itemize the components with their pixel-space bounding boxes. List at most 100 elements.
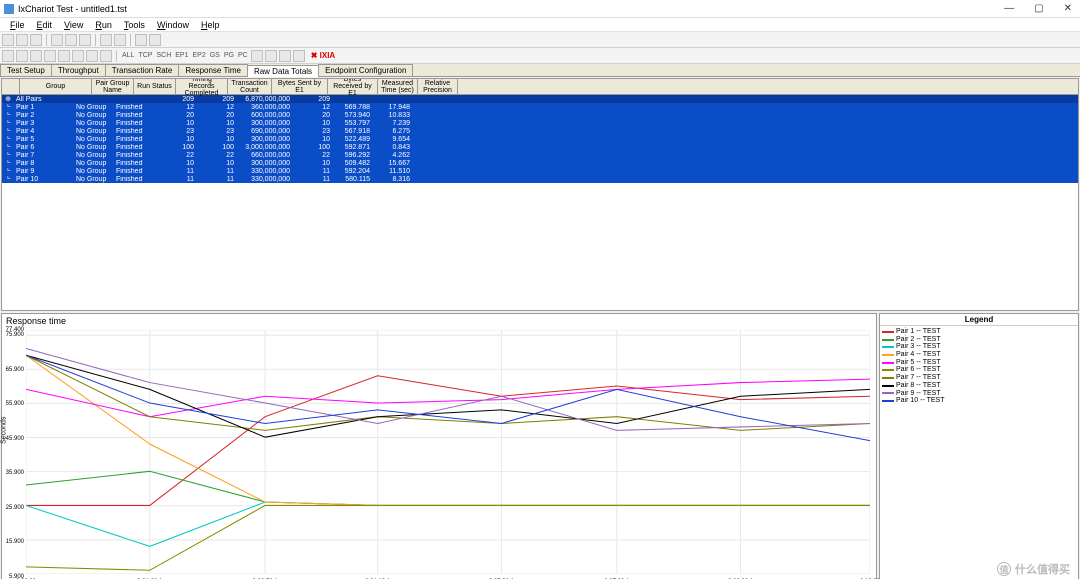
col-sent[interactable]: Bytes Sent by E1 [272, 79, 328, 94]
window-controls: — ▢ ✕ [1000, 3, 1076, 14]
run-button[interactable] [100, 34, 112, 46]
legend-label: Pair 9 -- TEST [896, 390, 941, 398]
legend-item[interactable]: Pair 3 -- TEST [882, 343, 1076, 351]
tb2-btn-4[interactable] [58, 50, 70, 62]
col-prec[interactable]: Relative Precision [418, 79, 458, 94]
summary-row[interactable]: ⊕All Pairs2092096,870,000,000209 [2, 95, 1078, 103]
open-button[interactable] [16, 34, 28, 46]
filter-ep1[interactable]: EP1 [174, 52, 189, 59]
save-button[interactable] [30, 34, 42, 46]
col-group[interactable]: Group [20, 79, 92, 94]
filter-pg[interactable]: PG [223, 52, 235, 59]
legend-swatch [882, 392, 894, 394]
tb2-btn-3[interactable] [44, 50, 56, 62]
legend-items: Pair 1 -- TESTPair 2 -- TESTPair 3 -- TE… [880, 326, 1078, 407]
watermark-icon: 值 [997, 562, 1011, 576]
watermark-text: 什么值得买 [1015, 561, 1070, 577]
col-timing[interactable]: Timing Records Completed [176, 79, 228, 94]
tab-transaction-rate[interactable]: Transaction Rate [105, 64, 180, 76]
table-row[interactable]: └Pair 10No GroupFinished1111330,000,0001… [2, 175, 1078, 183]
tab-throughput[interactable]: Throughput [51, 64, 106, 76]
chart-plot [26, 330, 870, 574]
watermark: 值 什么值得买 [997, 561, 1070, 577]
col-trans[interactable]: Transaction Count [228, 79, 272, 94]
menu-view[interactable]: View [58, 20, 89, 30]
tb2-extra-1[interactable] [265, 50, 277, 62]
y-tick: 35.900 [6, 470, 24, 476]
cut-button[interactable] [51, 34, 63, 46]
tb2-extra-2[interactable] [279, 50, 291, 62]
close-button[interactable]: ✕ [1060, 3, 1076, 14]
y-tick: 45.900 [6, 436, 24, 442]
legend-title: Legend [880, 314, 1078, 326]
menu-run[interactable]: Run [89, 20, 118, 30]
legend-label: Pair 3 -- TEST [896, 343, 941, 351]
tb2-btn-2[interactable] [30, 50, 42, 62]
legend-label: Pair 8 -- TEST [896, 382, 941, 390]
tb2-btn-1[interactable] [16, 50, 28, 62]
filter-gs[interactable]: GS [209, 52, 221, 59]
filter-all[interactable]: ALL [121, 52, 135, 59]
table-row[interactable]: └Pair 4No GroupFinished2323690,000,00023… [2, 127, 1078, 135]
legend-swatch [882, 400, 894, 402]
maximize-button[interactable]: ▢ [1030, 3, 1047, 14]
tab-response-time[interactable]: Response Time [178, 64, 248, 76]
tb2-extra-0[interactable] [251, 50, 263, 62]
col-recv[interactable]: Bytes Received by E1 [328, 79, 378, 94]
tb2-btn-0[interactable] [2, 50, 14, 62]
legend-item[interactable]: Pair 10 -- TEST [882, 397, 1076, 405]
y-axis: 5.90015.90025.90035.90045.90055.90065.90… [2, 330, 26, 577]
table-row[interactable]: └Pair 9No GroupFinished1111330,000,00011… [2, 167, 1078, 175]
table-row[interactable]: └Pair 3No GroupFinished1010300,000,00010… [2, 119, 1078, 127]
menu-help[interactable]: Help [195, 20, 226, 30]
menu-edit[interactable]: Edit [31, 20, 59, 30]
legend-item[interactable]: Pair 2 -- TEST [882, 336, 1076, 344]
menu-window[interactable]: Window [151, 20, 195, 30]
legend-item[interactable]: Pair 1 -- TEST [882, 328, 1076, 336]
tab-raw-data-totals[interactable]: Raw Data Totals [247, 65, 319, 77]
legend-item[interactable]: Pair 5 -- TEST [882, 359, 1076, 367]
table-row[interactable]: └Pair 5No GroupFinished1010300,000,00010… [2, 135, 1078, 143]
legend-item[interactable]: Pair 9 -- TEST [882, 390, 1076, 398]
table-row[interactable]: └Pair 2No GroupFinished2020600,000,00020… [2, 111, 1078, 119]
table-row[interactable]: └Pair 6No GroupFinished1001003,000,000,0… [2, 143, 1078, 151]
filter-pc[interactable]: PC [237, 52, 249, 59]
tool-button-2[interactable] [149, 34, 161, 46]
toolbar-secondary: ALLTCPSCHEP1EP2GSPGPC✖ IXIA [0, 48, 1080, 64]
legend-swatch [882, 331, 894, 333]
menu-file[interactable]: File [4, 20, 31, 30]
filter-sch[interactable]: SCH [155, 52, 172, 59]
tool-button-1[interactable] [135, 34, 147, 46]
tb2-btn-7[interactable] [100, 50, 112, 62]
grid-body[interactable]: ⊕All Pairs2092096,870,000,000209└Pair 1N… [2, 95, 1078, 183]
table-row[interactable]: └Pair 1No GroupFinished1212360,000,00012… [2, 103, 1078, 111]
series-pair-6 [26, 505, 870, 570]
table-row[interactable]: └Pair 7No GroupFinished2222660,000,00022… [2, 151, 1078, 159]
filter-ep2[interactable]: EP2 [191, 52, 206, 59]
legend-label: Pair 1 -- TEST [896, 328, 941, 336]
stop-button[interactable] [114, 34, 126, 46]
series-pair-8 [26, 355, 870, 437]
legend-item[interactable]: Pair 8 -- TEST [882, 382, 1076, 390]
legend-swatch [882, 354, 894, 356]
tab-test-setup[interactable]: Test Setup [0, 64, 52, 76]
legend-item[interactable]: Pair 7 -- TEST [882, 374, 1076, 382]
title-bar: IxChariot Test - untitled1.tst — ▢ ✕ [0, 0, 1080, 18]
tb2-extra-3[interactable] [293, 50, 305, 62]
tab-endpoint-configuration[interactable]: Endpoint Configuration [318, 64, 413, 76]
copy-button[interactable] [65, 34, 77, 46]
new-button[interactable] [2, 34, 14, 46]
col-time[interactable]: Measured Time (sec) [378, 79, 418, 94]
legend-item[interactable]: Pair 6 -- TEST [882, 366, 1076, 374]
filter-tcp[interactable]: TCP [137, 52, 153, 59]
table-row[interactable]: └Pair 8No GroupFinished1010300,000,00010… [2, 159, 1078, 167]
col-status[interactable]: Run Status [134, 79, 176, 94]
legend-item[interactable]: Pair 4 -- TEST [882, 351, 1076, 359]
paste-button[interactable] [79, 34, 91, 46]
results-grid: Group Pair Group Name Run Status Timing … [1, 78, 1079, 311]
minimize-button[interactable]: — [1000, 3, 1018, 14]
col-pairgroup[interactable]: Pair Group Name [92, 79, 134, 94]
tb2-btn-5[interactable] [72, 50, 84, 62]
menu-tools[interactable]: Tools [118, 20, 151, 30]
tb2-btn-6[interactable] [86, 50, 98, 62]
